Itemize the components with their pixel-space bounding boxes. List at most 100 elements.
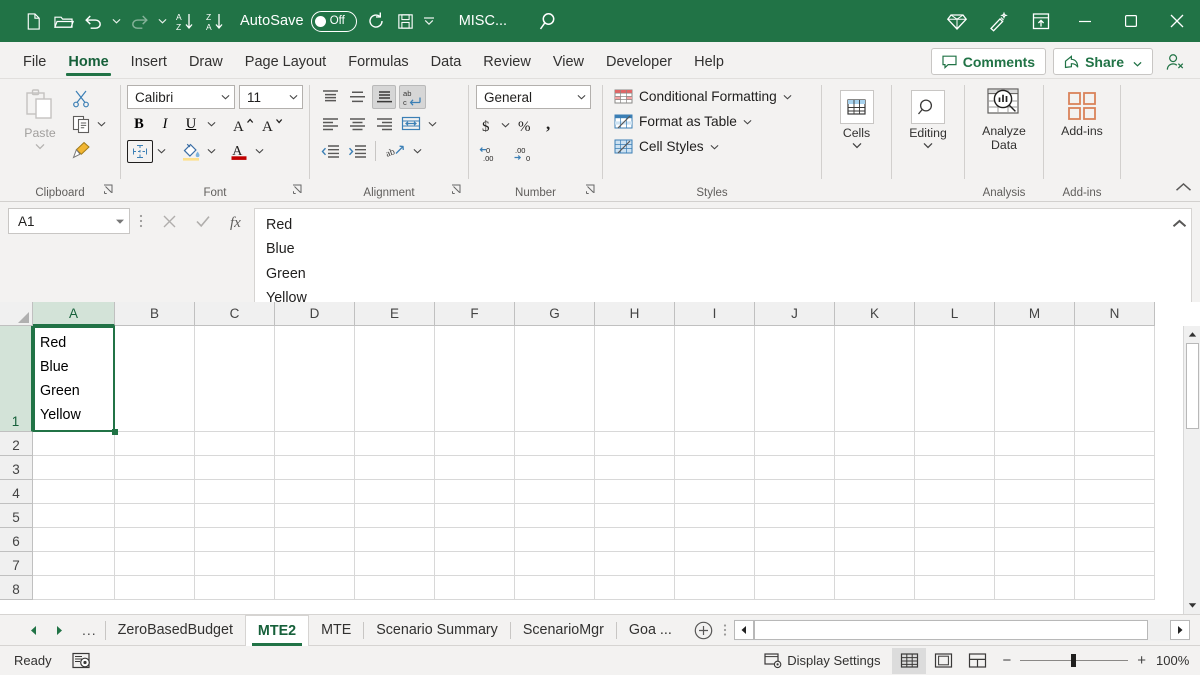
sheet-tab-scenario-summary[interactable]: Scenario Summary xyxy=(364,615,510,646)
cell-k7[interactable] xyxy=(835,552,915,576)
name-box[interactable]: A1 xyxy=(8,208,130,234)
undo-dropdown-icon[interactable] xyxy=(108,6,124,36)
align-center-button[interactable] xyxy=(345,112,369,136)
column-header-m[interactable]: M xyxy=(995,302,1075,326)
column-header-n[interactable]: N xyxy=(1075,302,1155,326)
paste-button[interactable]: Paste xyxy=(14,85,66,153)
cell-c1[interactable] xyxy=(195,326,275,432)
insert-function-button[interactable]: fx xyxy=(220,208,254,234)
zoom-out-button[interactable]: − xyxy=(1002,652,1011,669)
accounting-dropdown-icon[interactable] xyxy=(499,113,512,137)
horizontal-scroll-thumb[interactable] xyxy=(754,620,1148,640)
collapse-formula-bar-icon[interactable] xyxy=(1172,213,1187,237)
cell-a7[interactable] xyxy=(33,552,115,576)
row-header-2[interactable]: 2 xyxy=(0,432,33,456)
cells-button[interactable]: Cells xyxy=(835,87,879,152)
cell-n3[interactable] xyxy=(1075,456,1155,480)
borders-dropdown-icon[interactable] xyxy=(155,139,168,163)
cell-k3[interactable] xyxy=(835,456,915,480)
cell-b5[interactable] xyxy=(115,504,195,528)
ribbon-tab-page-layout[interactable]: Page Layout xyxy=(234,45,337,78)
column-header-a[interactable]: A xyxy=(33,302,115,326)
column-header-f[interactable]: F xyxy=(435,302,515,326)
cell-m8[interactable] xyxy=(995,576,1075,600)
confirm-edit-button[interactable] xyxy=(186,208,220,234)
page-layout-view-button[interactable] xyxy=(926,648,960,674)
ribbon-tab-draw[interactable]: Draw xyxy=(178,45,234,78)
cell-n4[interactable] xyxy=(1075,480,1155,504)
cell-k5[interactable] xyxy=(835,504,915,528)
column-header-g[interactable]: G xyxy=(515,302,595,326)
increase-font-size-button[interactable]: A xyxy=(230,112,257,136)
cell-e2[interactable] xyxy=(355,432,435,456)
share-with-people-icon[interactable] xyxy=(1160,48,1190,75)
cell-l7[interactable] xyxy=(915,552,995,576)
clipboard-dialog-launcher-icon[interactable] xyxy=(103,182,114,200)
cell-j3[interactable] xyxy=(755,456,835,480)
normal-view-button[interactable] xyxy=(892,648,926,674)
cell-e3[interactable] xyxy=(355,456,435,480)
cell-h3[interactable] xyxy=(595,456,675,480)
ribbon-tab-developer[interactable]: Developer xyxy=(595,45,683,78)
cell-h8[interactable] xyxy=(595,576,675,600)
cell-h4[interactable] xyxy=(595,480,675,504)
cell-d5[interactable] xyxy=(275,504,355,528)
cell-d8[interactable] xyxy=(275,576,355,600)
cell-i4[interactable] xyxy=(675,480,755,504)
cell-b3[interactable] xyxy=(115,456,195,480)
align-top-button[interactable] xyxy=(318,85,342,109)
cell-f5[interactable] xyxy=(435,504,515,528)
cell-e6[interactable] xyxy=(355,528,435,552)
cell-l1[interactable] xyxy=(915,326,995,432)
redo-icon[interactable] xyxy=(124,6,154,36)
cell-f1[interactable] xyxy=(435,326,515,432)
ribbon-tab-insert[interactable]: Insert xyxy=(120,45,178,78)
cell-n6[interactable] xyxy=(1075,528,1155,552)
cell-f2[interactable] xyxy=(435,432,515,456)
ribbon-tab-data[interactable]: Data xyxy=(420,45,473,78)
sheet-tab-mte2[interactable]: MTE2 xyxy=(245,615,309,646)
font-size-combo[interactable]: 11 xyxy=(239,85,303,109)
diamond-icon[interactable] xyxy=(936,0,978,42)
cell-i5[interactable] xyxy=(675,504,755,528)
font-color-dropdown-icon[interactable] xyxy=(253,139,266,163)
ribbon-tab-review[interactable]: Review xyxy=(472,45,542,78)
row-header-1[interactable]: 1 xyxy=(0,326,33,432)
column-header-c[interactable]: C xyxy=(195,302,275,326)
orientation-button[interactable]: ab xyxy=(382,139,408,163)
merge-and-center-button[interactable] xyxy=(399,112,423,136)
decrease-decimal-button[interactable]: .000 xyxy=(510,141,540,165)
cell-k6[interactable] xyxy=(835,528,915,552)
cell-a4[interactable] xyxy=(33,480,115,504)
cell-m2[interactable] xyxy=(995,432,1075,456)
cell-b1[interactable] xyxy=(115,326,195,432)
collapse-ribbon-icon[interactable] xyxy=(1175,180,1192,198)
align-right-button[interactable] xyxy=(372,112,396,136)
sheet-tab-zerobasedbudget[interactable]: ZeroBasedBudget xyxy=(106,615,245,646)
cell-e8[interactable] xyxy=(355,576,435,600)
cell-c7[interactable] xyxy=(195,552,275,576)
page-break-preview-button[interactable] xyxy=(960,648,994,674)
align-middle-button[interactable] xyxy=(345,85,369,109)
next-sheet-button[interactable] xyxy=(48,619,70,641)
zoom-percent-label[interactable]: 100% xyxy=(1156,653,1200,668)
vertical-scroll-thumb[interactable] xyxy=(1186,343,1199,429)
cell-h6[interactable] xyxy=(595,528,675,552)
increase-indent-button[interactable] xyxy=(345,139,369,163)
ribbon-tab-help[interactable]: Help xyxy=(683,45,735,78)
select-all-button[interactable] xyxy=(0,302,33,326)
cell-a2[interactable] xyxy=(33,432,115,456)
underline-button[interactable]: U xyxy=(179,112,203,136)
column-header-i[interactable]: I xyxy=(675,302,755,326)
document-title[interactable]: MISC... xyxy=(459,13,507,29)
cell-j8[interactable] xyxy=(755,576,835,600)
scroll-up-button[interactable] xyxy=(1184,326,1200,343)
sheet-tab-mte[interactable]: MTE xyxy=(309,615,363,646)
cell-l3[interactable] xyxy=(915,456,995,480)
underline-dropdown-icon[interactable] xyxy=(205,112,218,136)
sort-ascending-icon[interactable]: AZ xyxy=(170,6,200,36)
search-icon[interactable] xyxy=(533,6,567,36)
undo-icon[interactable] xyxy=(78,6,108,36)
cell-i2[interactable] xyxy=(675,432,755,456)
editing-button[interactable]: Editing xyxy=(905,87,951,152)
